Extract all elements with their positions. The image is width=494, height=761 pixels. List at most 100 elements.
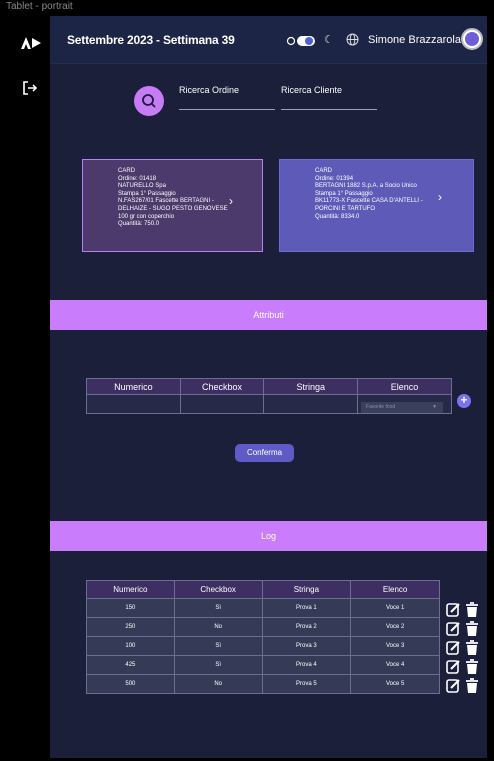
window-title: Tablet - portrait bbox=[6, 1, 73, 12]
table-cell: No bbox=[173, 617, 263, 637]
edit-icon[interactable] bbox=[446, 641, 460, 655]
row-actions bbox=[445, 658, 485, 676]
avatar[interactable] bbox=[461, 28, 483, 50]
row-actions bbox=[445, 620, 485, 638]
table-cell: Sì bbox=[173, 598, 263, 618]
add-row-button[interactable]: + bbox=[457, 394, 471, 408]
table-cell: 150 bbox=[86, 598, 175, 618]
numeric-input[interactable] bbox=[86, 394, 181, 414]
moon-icon: ☾ bbox=[324, 34, 334, 46]
trash-icon[interactable] bbox=[466, 640, 478, 655]
column-header: Numerico bbox=[86, 378, 181, 395]
column-header: Elenco bbox=[350, 580, 440, 599]
table-row: 500 No Prova 5 Voce 5 bbox=[86, 674, 440, 694]
attributes-table: Numerico Checkbox Stringa Elenco Favorit… bbox=[86, 378, 452, 414]
chevron-right-icon[interactable]: › bbox=[229, 195, 233, 206]
table-cell: Sì bbox=[173, 636, 263, 656]
card-line: Stampa 1° Passaggio bbox=[315, 190, 373, 197]
row-actions bbox=[445, 601, 485, 619]
favorite-food-select[interactable]: Favorite food ▼ bbox=[361, 402, 444, 413]
client-search-input[interactable] bbox=[281, 109, 377, 110]
table-row: Favorite food ▼ bbox=[86, 394, 452, 414]
attributes-section-header: Attributi bbox=[50, 300, 487, 330]
card-line: 100 gr con coperchio bbox=[118, 213, 175, 220]
table-cell: 500 bbox=[86, 674, 175, 694]
user-name[interactable]: Simone Brazzarola bbox=[368, 34, 461, 46]
edit-icon[interactable] bbox=[446, 679, 460, 693]
table-row: 250 No Prova 2 Voce 2 bbox=[86, 617, 440, 637]
trash-icon[interactable] bbox=[466, 621, 478, 636]
trash-icon[interactable] bbox=[466, 678, 478, 693]
edit-icon[interactable] bbox=[446, 603, 460, 617]
order-card-01394[interactable]: CARD Ordine: 01394 BERTAGNI 1882 S.p.A. … bbox=[279, 159, 474, 252]
trash-icon[interactable] bbox=[466, 659, 478, 674]
table-cell: Sì bbox=[173, 655, 263, 675]
logout-icon[interactable] bbox=[22, 80, 38, 96]
edit-icon[interactable] bbox=[446, 622, 460, 636]
table-cell: Voce 1 bbox=[350, 598, 440, 618]
table-cell: Voce 5 bbox=[350, 674, 440, 694]
table-row: 150 Sì Prova 1 Voce 1 bbox=[86, 598, 440, 618]
select-value: Favorite food bbox=[366, 404, 396, 410]
card-line: DELHAIZE - SUGO PESTO GENOVESE bbox=[118, 205, 228, 212]
row-actions bbox=[445, 677, 485, 695]
string-input[interactable] bbox=[263, 394, 359, 414]
topbar: Settembre 2023 - Settimana 39 ☾ Simone B… bbox=[50, 16, 487, 64]
table-cell: No bbox=[173, 674, 263, 694]
card-line: N.FAS267/01 Fascette BERTAGNI - bbox=[118, 198, 214, 205]
card-line: NATURELLO Spa bbox=[118, 183, 166, 190]
table-cell: Prova 2 bbox=[261, 617, 352, 637]
card-line: Quantità: 8334.0 bbox=[315, 213, 360, 220]
app-logo-icon[interactable] bbox=[20, 36, 42, 50]
table-cell: Prova 3 bbox=[261, 636, 352, 656]
table-cell: Voce 2 bbox=[350, 617, 440, 637]
globe-icon[interactable] bbox=[346, 33, 359, 46]
table-cell: Prova 1 bbox=[261, 598, 352, 618]
client-search-label: Ricerca Cliente bbox=[281, 85, 343, 95]
column-header: Checkbox bbox=[179, 378, 265, 395]
table-cell: 425 bbox=[86, 655, 175, 675]
card-line: CARD bbox=[315, 168, 333, 174]
table-cell: Voce 3 bbox=[350, 636, 440, 656]
card-line: Quantità: 750.0 bbox=[118, 221, 160, 228]
search-button[interactable] bbox=[134, 86, 164, 116]
avatar-icon bbox=[465, 32, 479, 46]
card-line: Ordine: 01418 bbox=[118, 175, 157, 182]
chevron-down-icon: ▼ bbox=[432, 404, 438, 410]
table-cell: Voce 4 bbox=[350, 655, 440, 675]
order-search-label: Ricerca Ordine bbox=[179, 85, 240, 95]
elenco-cell: Favorite food ▼ bbox=[357, 394, 452, 414]
column-header: Stringa bbox=[263, 378, 359, 395]
log-table: Numerico Checkbox Stringa Elenco 150 Sì … bbox=[86, 580, 440, 694]
column-header: Elenco bbox=[357, 378, 452, 395]
checkbox-input[interactable] bbox=[179, 394, 265, 414]
page-title: Settembre 2023 - Settimana 39 bbox=[67, 33, 235, 47]
card-line: Stampa 1° Passaggio bbox=[118, 190, 176, 197]
order-search-input[interactable] bbox=[179, 109, 275, 110]
confirm-button[interactable]: Conferma bbox=[235, 444, 294, 462]
table-cell: Prova 4 bbox=[261, 655, 352, 675]
table-cell: 250 bbox=[86, 617, 175, 637]
card-line: CARD bbox=[118, 168, 136, 174]
table-cell: 100 bbox=[86, 636, 175, 656]
card-line: Ordine: 01394 bbox=[315, 175, 354, 182]
order-card-01418[interactable]: CARD Ordine: 01418 NATURELLO Spa Stampa … bbox=[82, 159, 263, 252]
table-row: 425 Sì Prova 4 Voce 4 bbox=[86, 655, 440, 675]
column-header: Stringa bbox=[261, 580, 352, 599]
search-icon bbox=[142, 94, 156, 108]
column-header: Checkbox bbox=[173, 580, 263, 599]
trash-icon[interactable] bbox=[466, 602, 478, 617]
chevron-right-icon[interactable]: › bbox=[438, 191, 442, 202]
edit-icon[interactable] bbox=[446, 660, 460, 674]
card-line: PORCINI E TARTUFO bbox=[315, 205, 376, 212]
theme-toggle[interactable] bbox=[286, 35, 316, 47]
card-line: BERTAGNI 1882 S.p.A. a Socio Unico bbox=[315, 183, 417, 190]
log-section-header: Log bbox=[50, 521, 487, 551]
sidebar bbox=[8, 16, 50, 758]
app-viewport: Settembre 2023 - Settimana 39 ☾ Simone B… bbox=[8, 16, 487, 758]
table-cell: Prova 5 bbox=[261, 674, 352, 694]
column-header: Numerico bbox=[86, 580, 175, 599]
table-row: 100 Sì Prova 3 Voce 3 bbox=[86, 636, 440, 656]
row-actions bbox=[445, 639, 485, 657]
card-line: BK11773-X Fascette CASA D'ANTELLI - bbox=[315, 198, 423, 205]
